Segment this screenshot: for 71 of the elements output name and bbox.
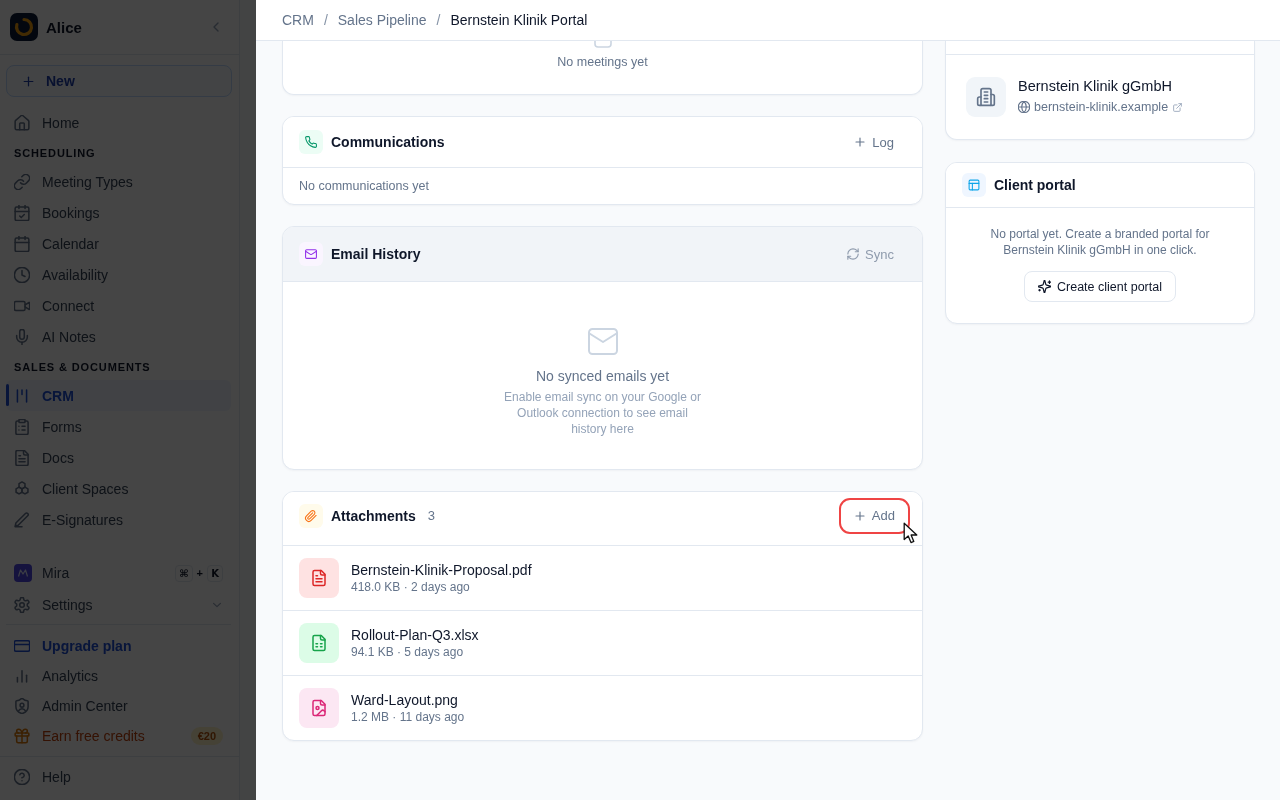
spreadsheet-icon: [299, 623, 339, 663]
gift-icon: [14, 728, 30, 744]
microphone-icon: [14, 328, 30, 345]
mail-icon: [299, 242, 323, 266]
new-button[interactable]: New: [6, 65, 232, 97]
document-icon: [299, 558, 339, 598]
workspace-logo-icon: [10, 13, 38, 41]
image-file-icon: [299, 688, 339, 728]
shield-user-icon: [14, 698, 30, 714]
empty-state-text: Enable email sync on your Google or Outlook connection to see email history here: [503, 389, 702, 437]
card-title: Email History: [331, 246, 421, 262]
pen-icon: [14, 511, 30, 528]
help-icon: [14, 768, 30, 785]
file-meta: 418.0 KB · 2 days ago: [351, 579, 471, 595]
building-icon: [966, 77, 1006, 117]
shortcut-key: ⌘: [175, 564, 193, 582]
mail-icon: [587, 328, 618, 355]
file-meta: 1.2 MB · 11 days ago: [351, 709, 465, 725]
create-portal-button[interactable]: Create client portal: [1024, 271, 1176, 302]
empty-state-title: No synced emails yet: [535, 367, 670, 385]
file-name[interactable]: Rollout-Plan-Q3.xlsx: [351, 626, 479, 644]
home-icon: [14, 114, 30, 131]
layout-icon: [962, 173, 986, 197]
card-title: Communications: [331, 134, 445, 150]
shortcut-joiner: +: [196, 567, 203, 579]
external-link-icon: [1173, 102, 1183, 112]
breadcrumb-current: Bernstein Klinik Portal: [450, 12, 588, 28]
breadcrumb-link[interactable]: CRM: [282, 12, 314, 28]
empty-state-icon: [593, 41, 612, 48]
boxes-icon: [14, 480, 30, 497]
kanban-icon: [14, 387, 30, 404]
calendar-icon: [14, 235, 30, 252]
breadcrumb-separator: /: [436, 12, 441, 28]
globe-icon: [1018, 101, 1030, 113]
nav-item[interactable]: CRM: [6, 380, 231, 411]
card-title: Client portal: [994, 177, 1076, 193]
clipboard-icon: [14, 418, 30, 435]
plus-icon: [853, 509, 866, 522]
app-logo-icon: [14, 564, 32, 582]
gear-icon: [14, 597, 30, 613]
link-icon: [14, 173, 30, 190]
empty-state-text: No communications yet: [298, 178, 430, 195]
company-name: Bernstein Klinik gGmbH: [1018, 77, 1173, 96]
calendar-check-icon: [14, 204, 30, 221]
plus-icon: [22, 74, 35, 88]
section-label: SCHEDULING: [13, 146, 97, 161]
credit-card-icon: [14, 638, 30, 654]
refresh-icon: [847, 248, 860, 260]
add-button[interactable]: Add: [841, 501, 907, 530]
breadcrumb-separator: /: [323, 12, 328, 28]
plus-icon: [854, 136, 867, 148]
shortcut-key: K: [207, 564, 223, 582]
file-name[interactable]: Bernstein-Klinik-Proposal.pdf: [351, 561, 532, 579]
file-meta: 94.1 KB · 5 days ago: [351, 644, 465, 660]
empty-state-text: No meetings yet: [557, 54, 648, 70]
nav-item[interactable]: Upgrade plan: [6, 631, 231, 661]
document-icon: [14, 449, 30, 466]
header-action-button[interactable]: Log: [842, 128, 906, 156]
attachment-count: 3: [427, 508, 436, 523]
file-name[interactable]: Ward-Layout.png: [351, 691, 465, 709]
clock-icon: [14, 266, 30, 283]
paperclip-icon: [299, 503, 323, 528]
website-link[interactable]: bernstein-klinik.example: [1018, 99, 1183, 115]
card-title: Attachments: [331, 507, 416, 524]
section-label: SALES & DOCUMENTS: [13, 360, 152, 375]
sparkles-icon: [1038, 280, 1052, 293]
client-portal-description: No portal yet. Create a branded portal for Bernstein Klinik gGmbH in one click.: [989, 226, 1211, 258]
phone-icon: [299, 130, 323, 154]
bar-chart-icon: [14, 668, 30, 684]
breadcrumb-link[interactable]: Sales Pipeline: [337, 12, 427, 28]
workspace-name: Alice: [46, 18, 82, 36]
